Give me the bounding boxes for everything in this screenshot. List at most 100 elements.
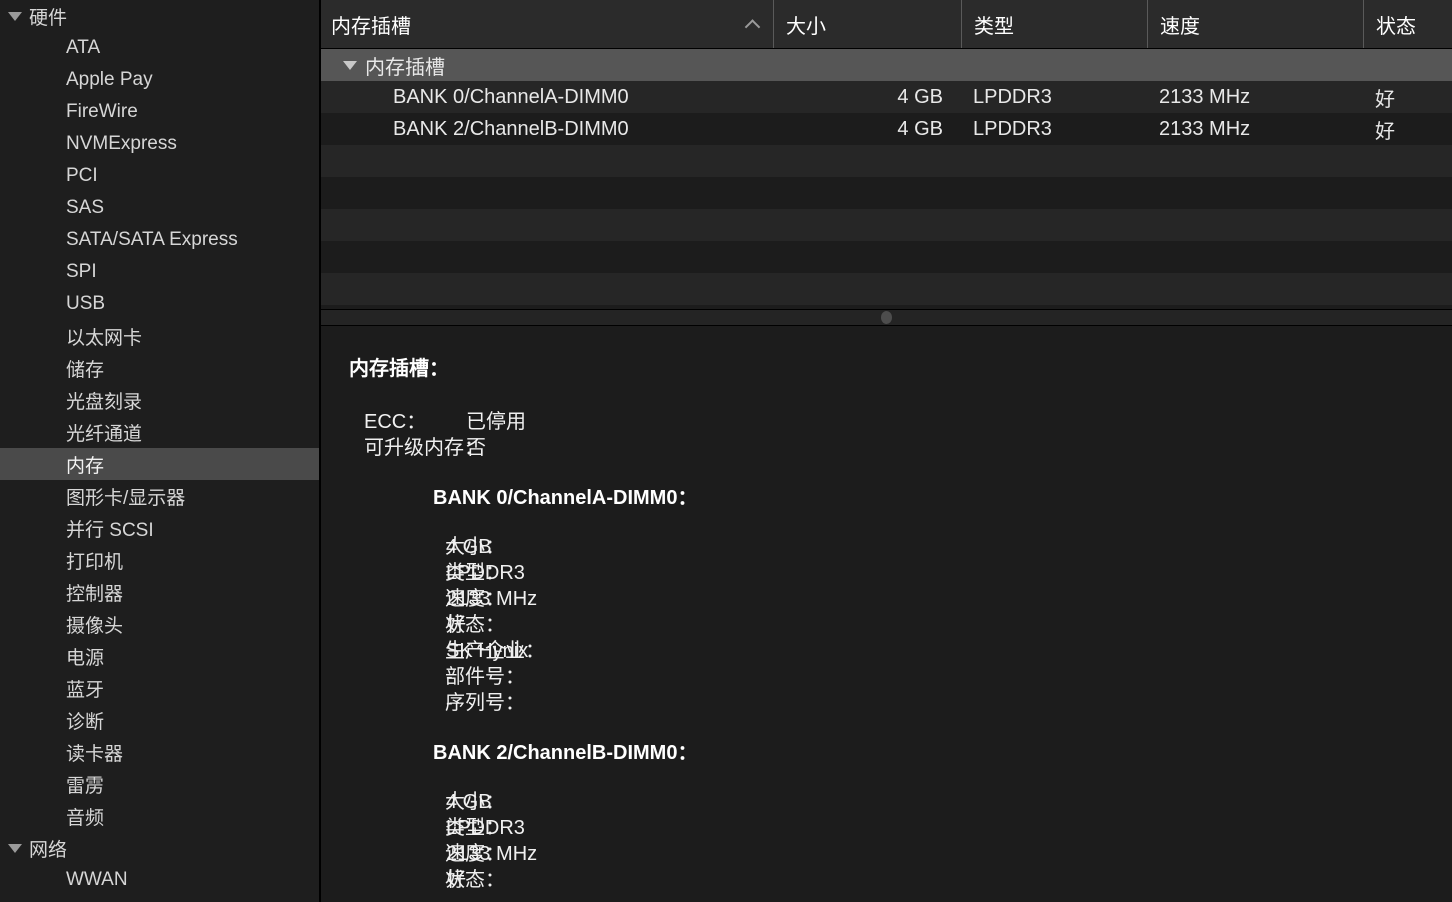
memory-slots-table[interactable]: 内存插槽 BANK 0/ChannelA-DIMM0 4 GB LPDDR3 2133 … xyxy=(321,49,1452,309)
splitter-grab-handle[interactable] xyxy=(881,311,892,324)
table-cell-status: 好 xyxy=(1375,88,1395,111)
column-header-label: 状态 xyxy=(1376,15,1416,38)
pane-splitter[interactable] xyxy=(321,309,1452,326)
sidebar-item[interactable]: 并行 SCSI xyxy=(0,512,319,544)
sidebar-item-label: 音频 xyxy=(66,807,105,829)
table-cell-type: LPDDR3 xyxy=(973,117,1052,140)
sidebar-item[interactable]: 光盘刻录 xyxy=(0,384,319,416)
sidebar-item[interactable]: 打印机 xyxy=(0,544,319,576)
sidebar-item[interactable]: 蓝牙 xyxy=(0,672,319,704)
detail-field-key: 大小： xyxy=(445,791,505,813)
sidebar-item[interactable]: 雷雳 xyxy=(0,768,319,800)
detail-field-value: 好 xyxy=(446,614,466,636)
sidebar-item[interactable]: Apple Pay xyxy=(0,64,319,96)
detail-field-row: 序列号： - xyxy=(321,686,1452,714)
column-header-4[interactable]: 状态 xyxy=(1363,0,1452,48)
column-header-0[interactable]: 内存插槽 xyxy=(321,0,773,48)
sidebar-item-label: 并行 SCSI xyxy=(66,519,154,541)
detail-field-row: 状态：好 xyxy=(321,608,1452,636)
sidebar-item[interactable]: SAS xyxy=(0,192,319,224)
disclosure-triangle-icon[interactable] xyxy=(8,11,22,21)
sidebar-item[interactable]: 电源 xyxy=(0,640,319,672)
sidebar-item[interactable]: NVMExpress xyxy=(0,128,319,160)
disclosure-triangle-icon[interactable] xyxy=(343,60,357,70)
table-cell-name: BANK 2/ChannelB-DIMM0 xyxy=(393,117,629,140)
sidebar-item-label: 储存 xyxy=(66,359,105,381)
sidebar-item-label: NVMExpress xyxy=(66,133,177,154)
table-group-label: 内存插槽 xyxy=(365,56,445,79)
sidebar-item[interactable]: ATA xyxy=(0,32,319,64)
detail-field-key: 部件号： xyxy=(445,666,525,688)
sidebar-group-label: 网络 xyxy=(29,839,68,861)
sidebar-item-label: WWAN xyxy=(66,869,128,890)
sidebar-item-label: SPI xyxy=(66,261,97,282)
detail-field-key: 速度： xyxy=(445,588,505,610)
sidebar-item-label: SATA/SATA Express xyxy=(66,229,238,250)
detail-field-value: 已停用 xyxy=(466,411,526,433)
detail-bank-fields: 大小： 4 GB 类型： LPDDR3 速度： 2133 MHz 状态：好 xyxy=(321,785,1452,891)
column-header-label: 内存插槽 xyxy=(331,15,411,38)
sidebar-item[interactable]: 储存 xyxy=(0,352,319,384)
sidebar-item[interactable]: 读卡器 xyxy=(0,736,319,768)
table-group-row[interactable]: 内存插槽 xyxy=(321,49,1452,81)
sidebar-item[interactable]: USB xyxy=(0,288,319,320)
sidebar-item-label: 雷雳 xyxy=(66,775,105,797)
main-panel: 内存插槽 大小 类型 速度 状态 内存插槽 BANK 0/ChannelA-DIMM0 4 … xyxy=(321,0,1452,902)
detail-field-key: 序列号： xyxy=(445,692,525,714)
disclosure-triangle-icon[interactable] xyxy=(8,843,22,853)
sidebar-item[interactable]: SATA/SATA Express xyxy=(0,224,319,256)
detail-field-value: - xyxy=(446,692,453,714)
sidebar-item-label: 打印机 xyxy=(66,551,124,573)
sidebar-item[interactable]: 诊断 xyxy=(0,704,319,736)
column-header-2[interactable]: 类型 xyxy=(961,0,1147,48)
detail-pane: 内存插槽： ECC： 已停用 可升级内存：否 BANK 0/ChannelA-DIMM0… xyxy=(321,326,1452,902)
sidebar-item-label: 读卡器 xyxy=(66,743,124,765)
sidebar-item-selected[interactable]: 内存 xyxy=(0,448,319,480)
sidebar-item-label: 内存 xyxy=(66,455,105,477)
table-row[interactable]: BANK 2/ChannelB-DIMM0 4 GB LPDDR3 2133 MHz 好 xyxy=(321,113,1452,145)
detail-field-key: 可升级内存： xyxy=(364,437,484,459)
column-header-1[interactable]: 大小 xyxy=(773,0,961,48)
system-information-window: 硬件 ATA Apple Pay FireWire NVMExpress PCI SAS SA… xyxy=(0,0,1452,902)
sidebar-group-0[interactable]: 硬件 xyxy=(0,0,319,32)
detail-field-key: 状态： xyxy=(445,614,505,636)
table-cell-type: LPDDR3 xyxy=(973,85,1052,108)
detail-field-key: 类型： xyxy=(445,817,505,839)
sidebar-group-label: 硬件 xyxy=(29,7,68,29)
detail-field-value: 好 xyxy=(446,869,466,891)
sidebar-item-label: USB xyxy=(66,293,106,314)
sidebar-item[interactable]: 以太网卡 xyxy=(0,320,319,352)
detail-field-key: 大小： xyxy=(445,536,505,558)
sidebar-item-label: 摄像头 xyxy=(66,615,124,637)
table-row[interactable]: BANK 0/ChannelA-DIMM0 4 GB LPDDR3 2133 MHz 好 xyxy=(321,81,1452,113)
detail-field-row: 类型： LPDDR3 xyxy=(321,811,1452,839)
detail-field-row: 部件号： - xyxy=(321,660,1452,688)
sidebar-item[interactable]: 音频 xyxy=(0,800,319,832)
sidebar-item[interactable]: PCI xyxy=(0,160,319,192)
table-header-row[interactable]: 内存插槽 大小 类型 速度 状态 xyxy=(321,0,1452,49)
sidebar-item[interactable]: 图形卡/显示器 xyxy=(0,480,319,512)
detail-bank-fields: 大小： 4 GB 类型： LPDDR3 速度： 2133 MHz 状态：好生产企业： SK H… xyxy=(321,530,1452,714)
table-cell-name: BANK 0/ChannelA-DIMM0 xyxy=(393,85,629,108)
column-header-3[interactable]: 速度 xyxy=(1147,0,1363,48)
sidebar-item-label: 控制器 xyxy=(66,583,124,605)
sidebar-item-label: PCI xyxy=(66,165,98,186)
detail-field-value: 否 xyxy=(466,437,486,459)
detail-field-key: 速度： xyxy=(445,843,505,865)
table-empty-row xyxy=(321,145,1452,177)
detail-bank-heading: BANK 0/ChannelA-DIMM0： xyxy=(433,487,698,509)
sidebar[interactable]: 硬件 ATA Apple Pay FireWire NVMExpress PCI SAS SA… xyxy=(0,0,321,902)
sidebar-item[interactable]: 控制器 xyxy=(0,576,319,608)
detail-title: 内存插槽： xyxy=(349,358,449,380)
sidebar-item[interactable]: 光纤通道 xyxy=(0,416,319,448)
table-cell-size: 4 GB xyxy=(897,85,943,108)
sidebar-item[interactable]: 摄像头 xyxy=(0,608,319,640)
sidebar-group-1[interactable]: 网络 xyxy=(0,832,319,864)
sidebar-item[interactable]: SPI xyxy=(0,256,319,288)
sidebar-item[interactable]: WWAN xyxy=(0,864,319,896)
sidebar-item[interactable]: FireWire xyxy=(0,96,319,128)
detail-field-row: 速度： 2133 MHz xyxy=(321,582,1452,610)
